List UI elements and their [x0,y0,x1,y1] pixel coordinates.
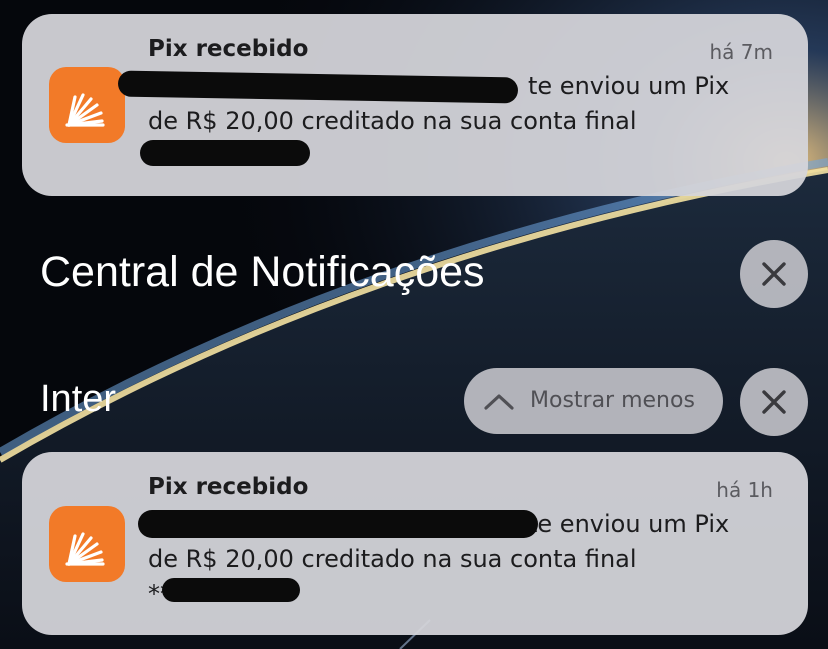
notification-time: há 1h [716,478,773,502]
notification-time: há 7m [709,40,774,64]
notification-title: Pix recebido [148,474,309,500]
notification-card-pix-2[interactable]: Pix recebido há 1h te enviou um Pix de R… [22,452,808,635]
redaction-mark [117,70,519,104]
redaction-mark [138,510,538,538]
show-less-label: Mostrar menos [530,388,695,413]
redaction-mark [162,578,300,602]
group-title: Inter [40,378,117,420]
notification-card-pix-1[interactable]: Pix recebido há 7m te enviou um Pix de R… [22,14,808,196]
clear-group-button[interactable] [740,368,808,436]
inter-app-icon [49,506,125,582]
notification-body-text: te enviou um Pix [528,510,730,538]
notification-center-title: Central de Notificações [40,248,485,296]
inter-app-icon [49,67,125,143]
show-less-button[interactable]: Mostrar menos [464,368,723,434]
close-icon [762,390,786,414]
chevron-up-icon [484,394,514,410]
redaction-mark [140,140,310,166]
notification-body-line2: de R$ 20,00 creditado na sua conta final [148,545,637,573]
notification-body-line2: de R$ 20,00 creditado na sua conta final [148,107,637,135]
clear-all-button[interactable] [740,240,808,308]
notification-body-text: te enviou um Pix [528,72,730,100]
close-icon [762,262,786,286]
notification-title: Pix recebido [148,36,309,62]
